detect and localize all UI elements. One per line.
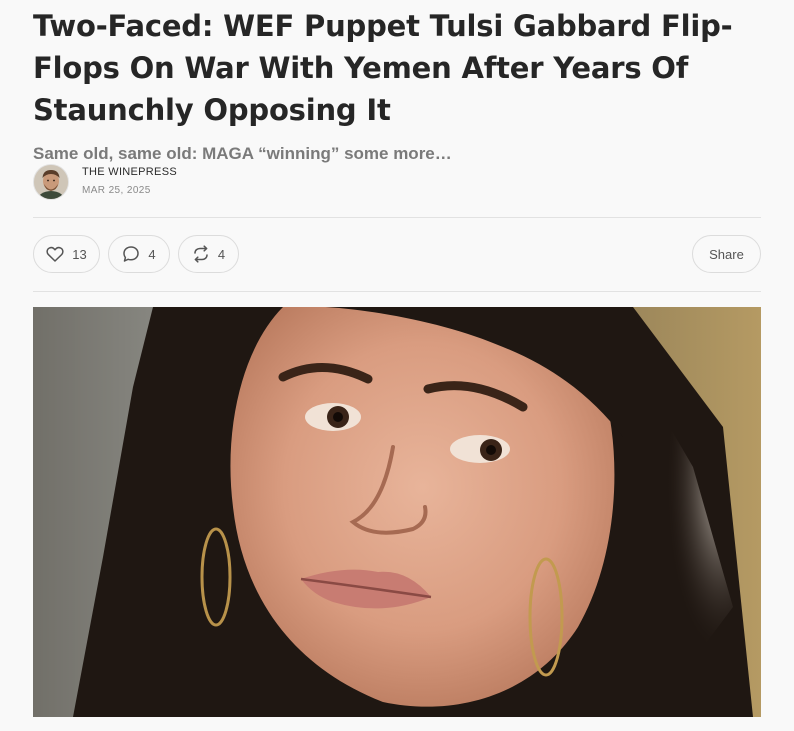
divider <box>33 217 761 218</box>
author-avatar[interactable] <box>33 164 69 200</box>
restack-arrows-icon <box>192 245 210 263</box>
divider <box>33 291 761 292</box>
hero-image[interactable] <box>33 307 761 717</box>
hero-portrait <box>33 307 761 717</box>
avatar-portrait <box>34 165 68 199</box>
comment-button[interactable]: 4 <box>108 235 170 273</box>
comment-count: 4 <box>148 246 156 262</box>
post-action-bar: 13 4 4 Share <box>33 235 761 275</box>
restack-button[interactable]: 4 <box>178 235 239 273</box>
byline-meta: THE WINEPRESS MAR 25, 2025 <box>82 165 177 198</box>
post-title: Two-Faced: WEF Puppet Tulsi Gabbard Flip… <box>33 9 733 127</box>
post-date: MAR 25, 2025 <box>82 184 151 196</box>
share-button[interactable]: Share <box>692 235 761 273</box>
restack-count: 4 <box>217 246 226 262</box>
post-header: Two-Faced: WEF Puppet Tulsi Gabbard Flip… <box>33 0 761 165</box>
comment-bubble-icon <box>122 245 140 263</box>
share-label: Share <box>709 246 744 262</box>
heart-icon <box>46 246 64 262</box>
like-count: 13 <box>72 246 87 262</box>
like-button[interactable]: 13 <box>33 235 100 273</box>
byline: THE WINEPRESS MAR 25, 2025 <box>33 162 177 202</box>
author-name[interactable]: THE WINEPRESS <box>82 165 177 179</box>
